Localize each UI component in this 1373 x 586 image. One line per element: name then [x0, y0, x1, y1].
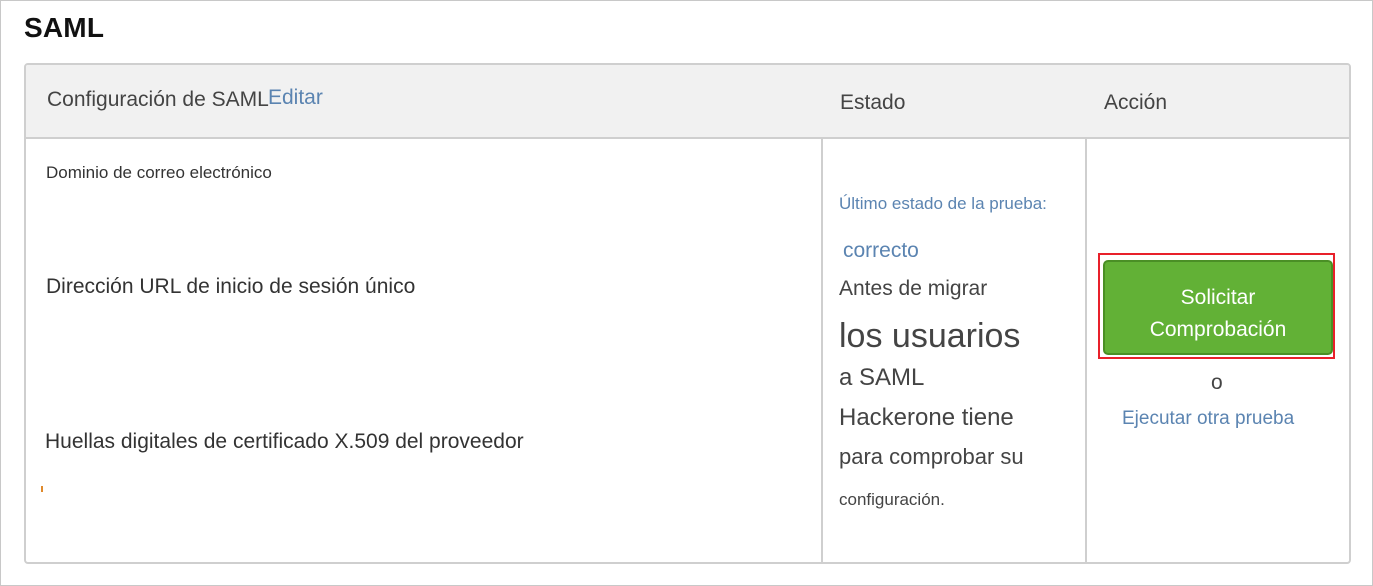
action-header-label: Acción [1104, 91, 1168, 114]
or-separator: o [1211, 371, 1223, 394]
status-note-line: los usuarios [839, 317, 1021, 355]
status-note-line: Antes de migrar [839, 277, 988, 300]
test-result-value: correcto [843, 239, 919, 262]
column-divider [821, 139, 823, 562]
config-header-label: Configuración de SAML [47, 88, 269, 111]
rerun-test-link[interactable]: Ejecutar otra prueba [1122, 408, 1294, 430]
email-domain-label: Dominio de correo electrónico [46, 163, 272, 182]
request-button-line: Solicitar [1180, 285, 1256, 309]
status-note-line: configuración. [839, 490, 945, 509]
request-verification-button[interactable]: Solicitar Comprobación [1103, 260, 1333, 355]
last-test-status-label: Último estado de la prueba: [839, 194, 1047, 213]
status-note-line: para comprobar su [839, 444, 1024, 469]
status-header-label: Estado [840, 91, 906, 114]
section-title: SAML [24, 12, 105, 43]
request-button-line: Comprobación [1149, 317, 1287, 341]
panel-header: Configuración de SAML Editar Estado Acci… [26, 65, 1349, 139]
column-divider [1085, 139, 1087, 562]
status-note-line: Hackerone tiene [839, 404, 1014, 431]
edit-link[interactable]: Editar [268, 86, 323, 110]
saml-panel: Configuración de SAML Editar Estado Acci… [24, 63, 1351, 564]
cert-fingerprint-label: Huellas digitales de certificado X.509 d… [45, 430, 524, 453]
status-note-line: a SAML [839, 364, 925, 391]
field-marker [41, 486, 43, 492]
sso-url-label: Dirección URL de inicio de sesión único [46, 275, 416, 298]
